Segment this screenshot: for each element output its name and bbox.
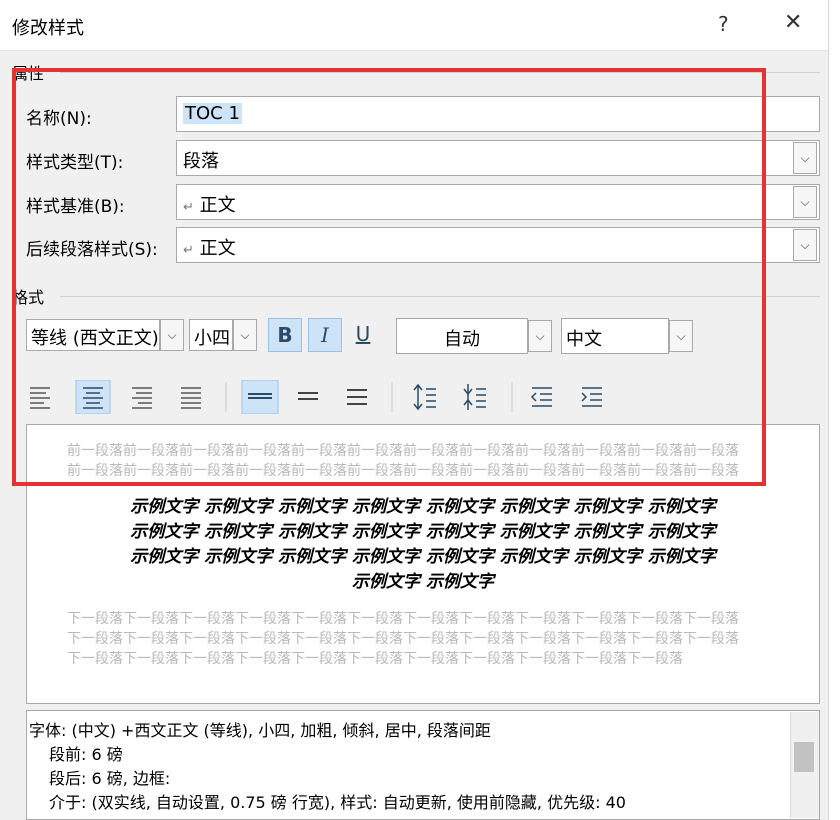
chevron-down-icon[interactable]: ⌵ [793, 186, 817, 218]
sample-line: 示例文字 示例文字 示例文字 示例文字 示例文字 示例文字 示例文字 示例文字 [130, 547, 716, 567]
chevron-down-icon[interactable]: ⌵ [793, 229, 817, 261]
description-line: 介于: (双实线, 自动设置, 0.75 磅 行宽), 样式: 自动更新, 使用… [49, 793, 626, 812]
description-line: 字体: (中文) +西文正文 (等线), 小四, 加粗, 倾斜, 居中, 段落间… [29, 721, 491, 740]
close-icon[interactable]: ✕ [784, 10, 802, 35]
dialog-title: 修改样式 [12, 18, 84, 39]
preview-sample: 示例文字 示例文字 示例文字 示例文字 示例文字 示例文字 示例文字 示例文字 … [27, 495, 819, 595]
background-window-edge [828, 0, 840, 820]
scrollbar-thumb[interactable] [794, 742, 814, 772]
highlight-box [12, 68, 766, 486]
sample-line: 示例文字 示例文字 示例文字 示例文字 示例文字 示例文字 示例文字 示例文字 [130, 497, 716, 517]
chevron-down-icon[interactable]: ⌵ [793, 142, 817, 174]
title-bar [0, 0, 828, 50]
divider [0, 50, 828, 51]
style-description: 字体: (中文) +西文正文 (等线), 小四, 加粗, 倾斜, 居中, 段落间… [26, 710, 820, 820]
description-line: 段前: 6 磅 [49, 745, 123, 764]
description-line: 段后: 6 磅, 边框: [49, 769, 171, 788]
sample-line: 示例文字 示例文字 示例文字 示例文字 示例文字 示例文字 示例文字 示例文字 [130, 522, 716, 542]
preview-next-paragraph: 下一段落下一段落下一段落下一段落下一段落下一段落下一段落下一段落下一段落下一段落… [67, 611, 739, 667]
help-icon[interactable]: ? [718, 12, 729, 36]
sample-line: 示例文字 示例文字 [352, 572, 494, 592]
